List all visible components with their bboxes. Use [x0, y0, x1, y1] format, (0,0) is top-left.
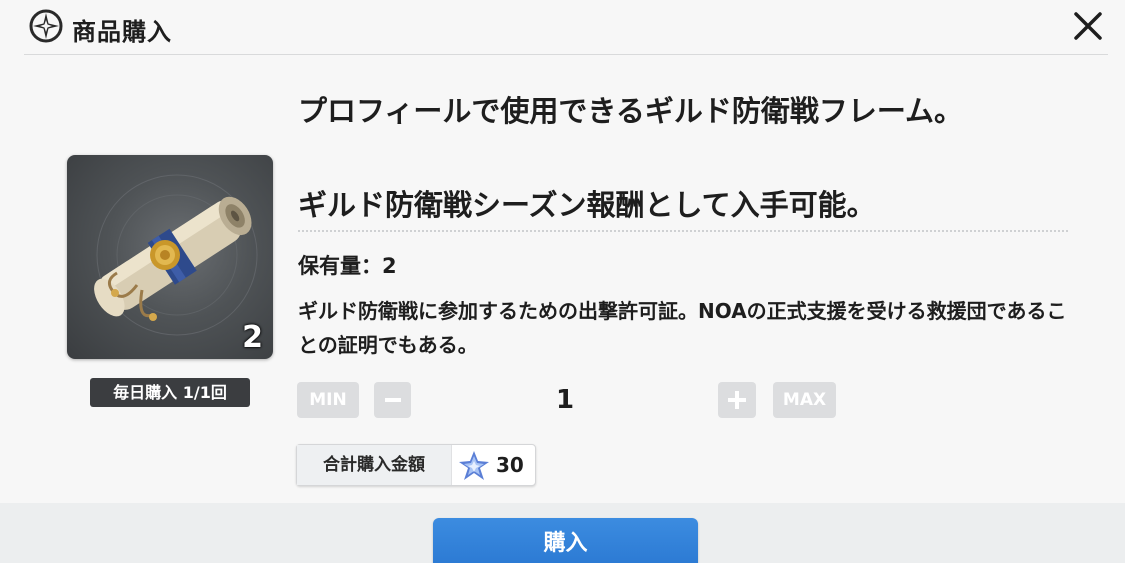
buy-button[interactable]: 購入 — [433, 518, 698, 563]
quantity-value: 1 — [555, 385, 575, 415]
total-price-value: 30 — [496, 453, 524, 477]
close-icon[interactable] — [1068, 8, 1108, 44]
minus-icon — [384, 398, 401, 402]
header-divider — [24, 54, 1108, 55]
total-price-label: 合計購入金額 — [297, 445, 452, 485]
dialog-title: 商品購入 — [72, 18, 172, 46]
item-detail-text: ギルド防衛戦に参加するための出撃許可証。NOAの正式支援を受ける救援団であること… — [298, 299, 1067, 357]
plus-icon — [728, 391, 746, 409]
purchase-dialog: 商品購入 2 毎日購入 1/1回 プロフィールで使用できるギルド防衛戦フレーム。… — [0, 0, 1125, 563]
item-description-line2: ギルド防衛戦シーズン報酬として入手可能。 — [298, 188, 876, 222]
owned-quantity: 保有量：2 — [298, 254, 397, 278]
purchase-limit-badge: 毎日購入 1/1回 — [90, 378, 250, 407]
min-button[interactable]: MIN — [297, 382, 359, 418]
item-image-card: 2 — [67, 155, 273, 359]
star-compass-icon — [29, 9, 63, 43]
item-description-line1: プロフィールで使用できるギルド防衛戦フレーム。 — [298, 94, 963, 128]
dialog-header: 商品購入 — [0, 0, 1125, 56]
total-price-box: 合計購入金額 30 — [296, 444, 536, 486]
dotted-divider — [298, 230, 1068, 232]
item-count: 2 — [242, 320, 263, 355]
max-button[interactable]: MAX — [773, 382, 836, 418]
decrease-button[interactable] — [374, 382, 411, 418]
crystal-icon — [459, 451, 489, 480]
increase-button[interactable] — [718, 382, 756, 418]
